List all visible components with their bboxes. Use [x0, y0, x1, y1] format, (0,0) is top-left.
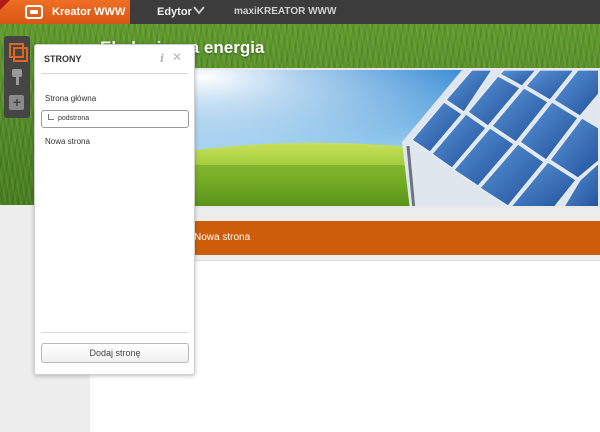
close-icon[interactable]: ✕	[172, 50, 182, 64]
corner-ribbon	[0, 0, 10, 10]
brand-button[interactable]: Kreator WWW	[0, 0, 130, 24]
brush-icon[interactable]	[8, 68, 26, 86]
brand-label: Kreator WWW	[52, 6, 126, 18]
plus-icon: +	[12, 94, 22, 110]
page-item-nowa-strona[interactable]: Nowa strona	[45, 137, 90, 146]
nav-item-nowa-strona[interactable]: Nowa strona	[194, 232, 250, 243]
logo-icon	[25, 5, 43, 19]
panel-divider	[41, 73, 188, 74]
info-icon[interactable]: i	[160, 52, 164, 65]
chevron-down-icon[interactable]	[193, 4, 205, 16]
page-item-label: podstrona	[58, 115, 90, 122]
pages-icon[interactable]	[8, 42, 28, 62]
add-icon[interactable]: +	[8, 94, 26, 112]
page-item-podstrona[interactable]: podstrona	[41, 110, 189, 128]
panel-divider-bottom	[41, 332, 188, 333]
add-page-button[interactable]: Dodaj stronę	[41, 343, 189, 363]
panel-title: STRONY	[44, 54, 82, 64]
header-banner-image[interactable]	[180, 68, 600, 208]
pages-panel: STRONY i ✕ Strona główna podstrona Nowa …	[34, 44, 195, 375]
subpage-branch-icon	[48, 114, 54, 120]
page-item-strona-glowna[interactable]: Strona główna	[45, 94, 96, 103]
menu-editor[interactable]: Edytor	[157, 6, 192, 18]
solar-banner-illustration	[182, 70, 598, 206]
top-bar: Kreator WWW Edytor maxiKREATOR WWW	[0, 0, 600, 24]
editor-toolbar: +	[4, 36, 30, 118]
menu-maxi-kreator[interactable]: maxiKREATOR WWW	[234, 6, 336, 17]
